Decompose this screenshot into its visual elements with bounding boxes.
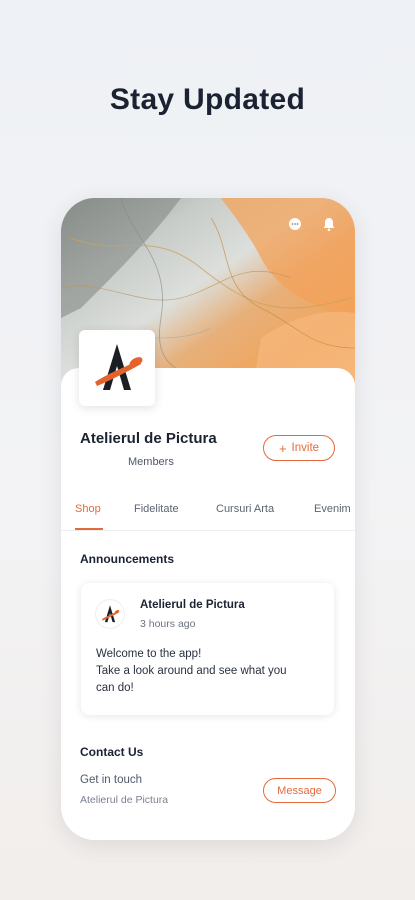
tab-evenimente[interactable]: Evenim (314, 503, 351, 515)
invite-label: Invite (291, 442, 320, 454)
members-label[interactable]: Members (128, 456, 174, 468)
tab-shop[interactable]: Shop (75, 503, 101, 515)
announcement-post[interactable]: Atelierul de Pictura 3 hours ago Welcome… (81, 583, 334, 715)
tab-cursuri-arta[interactable]: Cursuri Arta (216, 503, 274, 515)
announcements-title: Announcements (80, 552, 175, 566)
post-line: Take a look around and see what you (96, 665, 287, 677)
active-tab-indicator (75, 528, 103, 530)
promo-title: Stay Updated (109, 83, 306, 116)
post-author[interactable]: Atelierul de Pictura (140, 599, 245, 611)
bell-icon[interactable] (321, 216, 337, 232)
post-body: Welcome to the app! Take a look around a… (96, 646, 326, 697)
contact-subtitle: Atelierul de Pictura (80, 794, 169, 806)
tab-fidelitate[interactable]: Fidelitate (134, 503, 179, 515)
message-button[interactable]: Message (263, 778, 336, 803)
post-line: can do! (96, 682, 134, 694)
invite-button[interactable]: + Invite (263, 435, 335, 461)
avatar (95, 599, 125, 629)
site-name: Atelierul de Pictura (80, 430, 217, 447)
chat-icon[interactable] (287, 216, 303, 232)
site-logo (79, 330, 155, 406)
plus-icon: + (278, 440, 287, 456)
contact-label: Get in touch (80, 774, 143, 786)
phone-frame: Atelierul de Pictura Members + Invite Sh… (61, 198, 355, 840)
tab-bar: Shop Fidelitate Cursuri Arta Evenim (61, 494, 355, 531)
post-line: Welcome to the app! (96, 648, 202, 660)
post-time: 3 hours ago (140, 618, 196, 630)
contact-title: Contact Us (80, 745, 144, 759)
